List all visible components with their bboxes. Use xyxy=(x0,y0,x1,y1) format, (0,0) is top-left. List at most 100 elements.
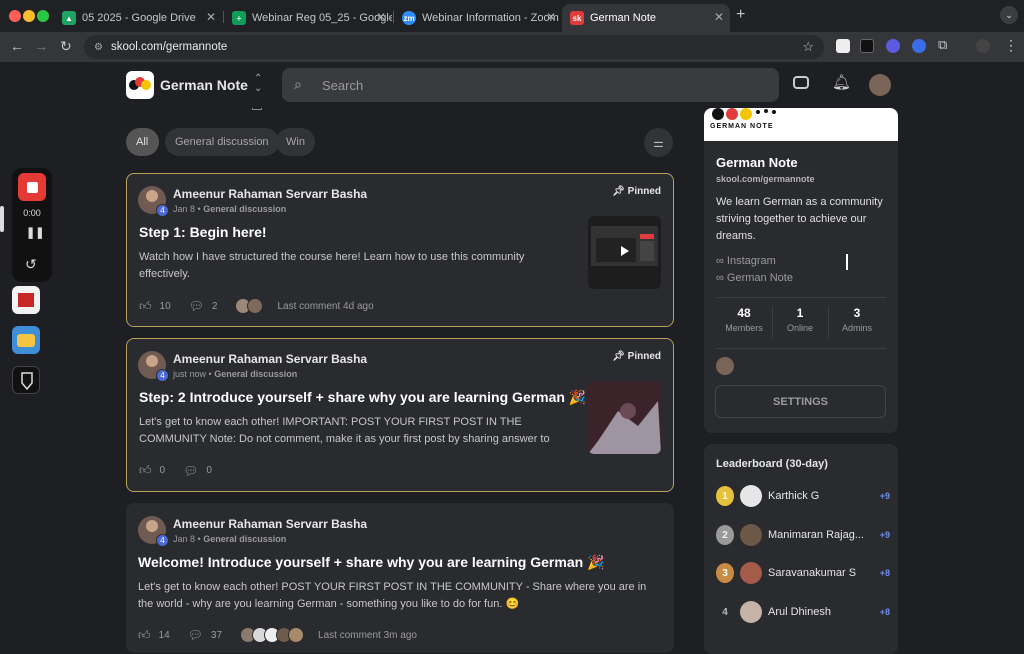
leaderboard-row[interactable]: 1 Karthick G +9 xyxy=(716,484,890,508)
drag-handle[interactable] xyxy=(0,206,4,232)
skool-app: German Note ⌃ ⌄ ⌕ Search 🔔︎ All General d… xyxy=(0,62,1024,654)
profile-icon[interactable] xyxy=(976,39,990,53)
close-tab-icon[interactable]: ✕ xyxy=(376,10,386,24)
bell-icon[interactable]: 🔔︎ xyxy=(832,73,851,91)
leader-name: Arul Dhinesh xyxy=(768,606,831,618)
post-date: Jan 8 xyxy=(173,534,196,544)
leader-avatar xyxy=(740,562,762,584)
comment-count: 0 xyxy=(206,465,212,476)
post-category[interactable]: General discussion xyxy=(203,204,286,214)
post-thumbnail[interactable] xyxy=(588,216,661,289)
leaderboard-card: Leaderboard (30-day) 1 Karthick G +9 2 M… xyxy=(704,444,898,654)
tab-german-note[interactable]: sk German Note ✕ xyxy=(562,4,730,32)
extension-icon[interactable] xyxy=(836,39,850,53)
new-tab-icon[interactable]: + xyxy=(736,6,745,24)
filter-win[interactable]: Win xyxy=(276,128,315,156)
member-avatar[interactable] xyxy=(716,357,734,375)
back-icon[interactable]: ← xyxy=(10,38,24,54)
post-thumbnail[interactable] xyxy=(588,381,661,454)
search-placeholder: Search xyxy=(322,77,364,93)
address-bar[interactable]: ⚙ skool.com/germannote ☆ xyxy=(84,35,824,59)
search-input[interactable]: ⌕ Search xyxy=(282,68,779,102)
post-card[interactable]: 4 Ameenur Rahaman Servarr Basha Jan 8 • … xyxy=(126,173,674,327)
leaderboard-row[interactable]: 4 Arul Dhinesh +8 xyxy=(716,600,890,624)
post-category[interactable]: General discussion xyxy=(203,534,286,544)
stat-admins[interactable]: 3 Admins xyxy=(828,306,886,333)
chrome-menu-icon[interactable]: ⋮ xyxy=(1004,37,1018,54)
banner-text: GERMAN NOTE xyxy=(710,123,774,130)
tab-title: Webinar Information - Zoom xyxy=(422,12,559,24)
post-card[interactable]: 4 Ameenur Rahaman Servarr Basha just now… xyxy=(126,338,674,492)
community-logo[interactable] xyxy=(126,71,154,99)
chat-icon[interactable] xyxy=(793,76,809,89)
forward-icon[interactable]: → xyxy=(34,38,48,54)
community-name[interactable]: German Note xyxy=(160,77,248,93)
link-german-note[interactable]: ∞ German Note xyxy=(716,272,793,284)
stat-members[interactable]: 48 Members xyxy=(716,306,772,333)
post-date: just now xyxy=(173,369,207,379)
tab-title: German Note xyxy=(590,12,657,24)
reload-icon[interactable]: ↻ xyxy=(60,38,72,55)
comment-icon[interactable]: 💬︎ xyxy=(189,299,204,313)
like-icon[interactable]: 👍︎ xyxy=(139,299,152,314)
extensions-puzzle-icon[interactable]: ⧉ xyxy=(938,37,947,53)
app-shortcut-icon[interactable] xyxy=(12,326,40,354)
community-url[interactable]: skool.com/germannote xyxy=(716,174,815,184)
tab-search-icon[interactable]: ⌄ xyxy=(1000,6,1018,24)
author-name[interactable]: Ameenur Rahaman Servarr Basha xyxy=(173,517,367,531)
tab-webinar-reg[interactable]: + Webinar Reg 05_25 - Google ✕ xyxy=(224,4,392,32)
filter-settings-icon[interactable]: ⚌ xyxy=(644,128,673,157)
maximize-window-button[interactable] xyxy=(37,10,49,22)
link-instagram[interactable]: ∞ Instagram xyxy=(716,255,776,267)
like-icon[interactable]: 👍︎ xyxy=(139,463,152,478)
extension-icon[interactable] xyxy=(860,39,874,53)
author-name[interactable]: Ameenur Rahaman Servarr Basha xyxy=(173,187,367,201)
screen-recorder: 0:00 ❚❚ ↺ xyxy=(12,168,52,282)
leaderboard-row[interactable]: 3 Saravanakumar S +8 xyxy=(716,561,890,585)
comment-icon[interactable]: 💬︎ xyxy=(183,464,198,478)
extension-icon[interactable] xyxy=(912,39,926,53)
minimize-window-button[interactable] xyxy=(23,10,35,22)
close-tab-icon[interactable]: ✕ xyxy=(714,10,724,24)
community-switcher-icon[interactable]: ⌃ ⌄ xyxy=(254,74,262,94)
post-category[interactable]: General discussion xyxy=(214,369,297,379)
community-banner: GERMAN NOTE xyxy=(704,108,898,141)
site-info-icon[interactable]: ⚙ xyxy=(94,42,103,53)
author-name[interactable]: Ameenur Rahaman Servarr Basha xyxy=(173,352,367,366)
leader-avatar xyxy=(740,485,762,507)
leader-points: +9 xyxy=(879,530,890,540)
tab-zoom[interactable]: zm Webinar Information - Zoom ✕ xyxy=(394,4,562,32)
level-badge: 4 xyxy=(156,369,169,382)
pinned-label: Pinned xyxy=(627,186,661,197)
close-window-button[interactable] xyxy=(9,10,21,22)
extension-icon[interactable] xyxy=(886,39,900,53)
like-icon[interactable]: 👍︎ xyxy=(138,628,151,643)
level-badge: 4 xyxy=(156,534,169,547)
restart-icon[interactable]: ↺ xyxy=(25,256,37,273)
comment-count: 37 xyxy=(210,629,223,641)
post-title[interactable]: Step 1: Begin here! xyxy=(139,224,267,240)
post-card[interactable]: 4 Ameenur Rahaman Servarr Basha Jan 8 • … xyxy=(126,503,674,653)
post-title[interactable]: Step: 2 Introduce yourself + share why y… xyxy=(139,389,586,406)
stop-record-button[interactable] xyxy=(18,173,46,201)
user-avatar[interactable] xyxy=(869,74,891,96)
leader-points: +8 xyxy=(879,568,890,578)
close-tab-icon[interactable]: ✕ xyxy=(546,10,556,24)
tab-google-drive[interactable]: ▲ 05 2025 - Google Drive ✕ xyxy=(54,4,222,32)
community-description: We learn German as a community striving … xyxy=(716,196,883,242)
pin-icon: 📌︎ xyxy=(612,186,625,197)
app-shortcut-icon[interactable] xyxy=(12,366,40,394)
settings-button[interactable]: SETTINGS xyxy=(715,385,886,418)
bookmark-star-icon[interactable]: ☆ xyxy=(802,39,814,55)
record-timer: 0:00 xyxy=(23,208,41,218)
filter-general-discussion[interactable]: General discussion xyxy=(165,128,279,156)
filter-all[interactable]: All xyxy=(126,128,159,156)
pause-icon[interactable]: ❚❚ xyxy=(26,226,44,239)
app-shortcut-icon[interactable] xyxy=(12,286,40,314)
close-tab-icon[interactable]: ✕ xyxy=(206,10,216,24)
post-title[interactable]: Welcome! Introduce yourself + share why … xyxy=(138,554,604,571)
post-body: Watch how I have structured the course h… xyxy=(139,251,525,280)
leader-points: +9 xyxy=(879,491,890,501)
leaderboard-row[interactable]: 2 Manimaran Rajag... +9 xyxy=(716,523,890,547)
stat-online[interactable]: 1 Online xyxy=(772,306,828,333)
